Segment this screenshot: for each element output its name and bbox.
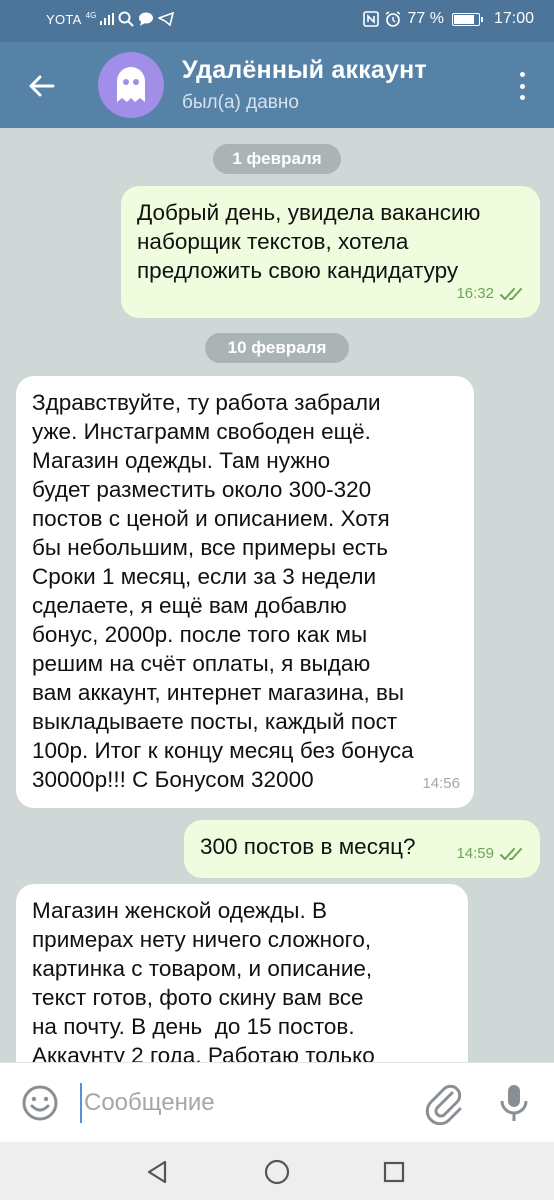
chat-header: Удалённый аккаунт был(а) давно: [0, 42, 554, 128]
arrow-left-icon: [29, 75, 55, 97]
date-separator: 10 февраля: [205, 333, 349, 363]
triangle-back-icon: [147, 1160, 167, 1184]
more-vertical-icon: [519, 72, 525, 77]
avatar[interactable]: [98, 52, 164, 118]
more-menu-button[interactable]: [512, 68, 532, 104]
message-outgoing[interactable]: Добрый день, увидела вакансию наборщик т…: [121, 186, 540, 318]
carrier-name: YOTA: [46, 11, 82, 27]
battery-percent: 77 %: [407, 10, 444, 27]
message-outgoing[interactable]: 300 постов в месяц? 14:59: [184, 820, 540, 878]
smile-icon: [22, 1085, 58, 1121]
status-right: 77 % 17:00: [363, 10, 534, 28]
emoji-button[interactable]: [20, 1083, 60, 1123]
network-type: 4G: [85, 11, 97, 20]
date-separator: 1 февраля: [213, 144, 341, 174]
status-bar: YOTA 4G 77 % 17:00: [0, 0, 554, 42]
voice-record-button[interactable]: [494, 1081, 534, 1125]
nav-recents-button[interactable]: [378, 1156, 410, 1188]
attach-button[interactable]: [424, 1081, 464, 1126]
message-incoming[interactable]: Здравствуйте, ту работа забрали уже. Инс…: [16, 376, 474, 808]
message-list[interactable]: 1 февраля Добрый день, увидела вакансию …: [0, 128, 554, 1062]
paperclip-icon: [425, 1084, 462, 1126]
double-check-icon: [500, 287, 522, 300]
alarm-icon: [386, 11, 401, 27]
message-composer: [0, 1062, 554, 1142]
status-left: YOTA 4G: [46, 11, 175, 27]
clock: 17:00: [493, 10, 534, 27]
circle-home-icon: [264, 1159, 290, 1185]
microphone-icon: [500, 1085, 528, 1121]
message-incoming[interactable]: Магазин женской одежды. В примерах нету …: [16, 884, 468, 1062]
message-input[interactable]: [80, 1083, 400, 1123]
last-seen-status: был(а) давно: [182, 92, 299, 113]
message-time: 14:56: [422, 775, 460, 792]
chat-bubble-icon: [139, 12, 154, 26]
message-text: Магазин женской одежды. В примерах нету …: [32, 898, 375, 1062]
nav-home-button[interactable]: [261, 1156, 293, 1188]
message-meta: 14:59: [456, 839, 526, 868]
message-time: 16:32: [456, 285, 494, 302]
signal-icon: [100, 13, 115, 25]
nfc-icon: [363, 11, 380, 27]
message-time: 14:59: [456, 845, 494, 862]
message-text: Добрый день, увидела вакансию наборщик т…: [137, 200, 481, 283]
telegram-icon: [158, 12, 175, 26]
battery-icon: [451, 12, 483, 26]
message-meta: 14:56: [422, 769, 460, 798]
double-check-icon: [500, 847, 522, 860]
system-nav-bar: [0, 1142, 554, 1200]
back-button[interactable]: [20, 64, 64, 108]
message-text: Здравствуйте, ту работа забрали уже. Инс…: [32, 390, 414, 792]
message-meta: 16:32: [456, 279, 526, 308]
square-recents-icon: [383, 1161, 405, 1183]
chat-title[interactable]: Удалённый аккаунт: [182, 56, 427, 85]
nav-back-button[interactable]: [142, 1156, 174, 1188]
ghost-icon: [117, 67, 145, 102]
search-icon: [118, 11, 135, 27]
